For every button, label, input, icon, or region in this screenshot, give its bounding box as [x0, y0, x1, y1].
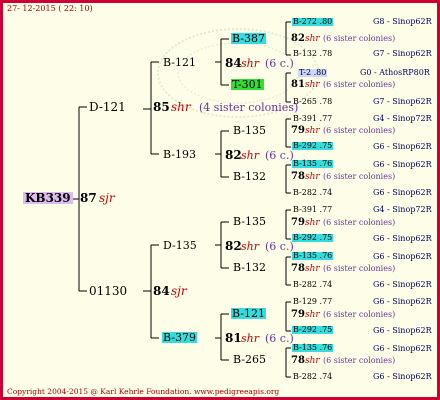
gen4-11-id: B-282 .74 — [293, 280, 333, 289]
gen4-10-loc: G6 - Sinop62R — [373, 252, 432, 261]
gen4-2-id: T-2 .80 — [298, 68, 328, 77]
root-num: 87 — [80, 191, 97, 205]
gen4-15-loc: G6 - Sinop62R — [373, 372, 432, 381]
gen3-c1-num: 82 — [291, 33, 305, 44]
gen3-c6-num: 78 — [291, 263, 305, 274]
gen4-4-loc: G4 - Sinop72R — [373, 114, 432, 123]
gen3-c6-note: (6 sister colonies) — [323, 264, 396, 273]
gen4-15-id: B-282 .74 — [293, 372, 333, 381]
gen4-6-id: B-135 .76 — [292, 159, 334, 168]
gen3-g6-id: B-132 — [233, 261, 266, 274]
gen2-b-note: (6 c.) — [265, 149, 294, 162]
gen4-8-loc: G4 - Sinop72R — [373, 205, 432, 214]
gen4-9-id: B-292 .75 — [292, 233, 334, 242]
gen2-b-num: 82 — [225, 148, 242, 162]
gen1-top-num: 85 — [153, 100, 170, 114]
gen2-c-id: D-135 — [163, 239, 197, 252]
gen4-6-loc: G6 - Sinop62R — [373, 160, 432, 169]
gen3-c5-note: (6 sister colonies) — [323, 218, 396, 227]
gen1-bottom-suffix: sjr — [171, 284, 187, 298]
gen3-c4-num: 78 — [291, 171, 305, 182]
gen4-1-loc: G7 - Sinop62R — [373, 49, 432, 58]
gen3-c4-suffix: shr — [305, 172, 320, 182]
gen3-c7-note: (6 sister colonies) — [323, 310, 396, 319]
gen4-3-loc: G7 - Sinop62R — [373, 97, 432, 106]
gen3-c5-num: 79 — [291, 217, 305, 228]
gen2-d-id: B-379 — [162, 331, 197, 344]
gen4-12-loc: G6 - Sinop62R — [373, 297, 432, 306]
footer-copyright: Copyright 2004-2015 @ Karl Kehrle Founda… — [7, 387, 280, 396]
gen4-0-loc: G8 - Sinop62R — [373, 17, 432, 26]
gen3-g4-id: B-132 — [233, 170, 266, 183]
gen3-c7-num: 79 — [291, 309, 305, 320]
gen3-g5-id: B-135 — [233, 215, 266, 228]
gen4-5-loc: G6 - Sinop62R — [373, 142, 432, 151]
gen1-bottom-num: 84 — [153, 284, 170, 298]
gen3-c3-num: 79 — [291, 125, 305, 136]
gen2-a-child-num: 84 — [225, 56, 242, 70]
gen3-c1-note: (6 sister colonies) — [323, 34, 396, 43]
gen1-top-suffix: shr — [171, 100, 191, 114]
gen4-5-id: B-292 .75 — [292, 141, 334, 150]
gen2-d-child-suffix: shr — [241, 332, 259, 345]
gen3-g2-id: T-301 — [231, 78, 264, 91]
gen4-3-id: B-265 .78 — [293, 97, 333, 106]
report-date: 27- 12-2015 ( 22: 10) — [7, 4, 93, 13]
gen3-g1-id: B-387 — [231, 32, 266, 45]
gen2-a-id: B-121 — [163, 56, 196, 69]
gen4-9-loc: G6 - Sinop62R — [373, 234, 432, 243]
gen3-g7-id: B-121 — [231, 307, 266, 320]
gen3-c6-suffix: shr — [305, 264, 320, 274]
gen2-c-num: 82 — [225, 239, 242, 253]
gen2-d-child-note: (6 c.) — [265, 332, 294, 345]
gen1-top-note: (4 sister colonies) — [199, 101, 299, 114]
gen1-bottom-id: 01130 — [89, 284, 128, 298]
gen3-g3-id: B-135 — [233, 124, 266, 137]
gen3-c3-note: (6 sister colonies) — [323, 126, 396, 135]
gen4-2-loc: G0 - AthosRP80R — [360, 68, 430, 77]
gen3-g8-id: B-265 — [233, 353, 266, 366]
gen2-a-child-note: (6 c.) — [265, 57, 294, 70]
gen4-11-loc: G6 - Sinop62R — [373, 280, 432, 289]
gen3-c2-note: (6 sister colonies) — [323, 80, 396, 89]
gen4-4-id: B-391 .77 — [293, 114, 333, 123]
gen4-14-id: B-135 .76 — [292, 343, 334, 352]
gen3-c8-suffix: shr — [305, 356, 320, 366]
gen3-c8-note: (6 sister colonies) — [323, 356, 396, 365]
gen2-d-child-num: 81 — [225, 331, 242, 345]
root-id: KB339 — [23, 191, 73, 205]
gen4-0-id: B-272 .80 — [292, 17, 334, 26]
gen4-12-id: B-129 .77 — [293, 297, 333, 306]
gen3-c2-num: 81 — [291, 79, 305, 90]
gen3-c2-suffix: shr — [305, 80, 320, 90]
gen4-1-id: B-132 .78 — [293, 49, 333, 58]
pedigree-frame: 27- 12-2015 ( 22: 10) KB339 87 sjr D-121… — [0, 0, 440, 400]
root-suffix: sjr — [99, 191, 115, 205]
gen4-7-loc: G6 - Sinop62R — [373, 188, 432, 197]
gen3-c3-suffix: shr — [305, 126, 320, 136]
gen2-c-suffix: shr — [241, 240, 259, 253]
gen4-8-id: B-391 .77 — [293, 205, 333, 214]
gen2-a-child-suffix: shr — [241, 57, 259, 70]
gen4-13-id: B-292 .75 — [292, 325, 334, 334]
gen4-13-loc: G6 - Sinop62R — [373, 326, 432, 335]
gen2-b-suffix: shr — [241, 149, 259, 162]
gen4-7-id: B-282 .74 — [293, 188, 333, 197]
gen4-10-id: B-135 .76 — [292, 251, 334, 260]
gen3-c1-suffix: shr — [305, 34, 320, 44]
gen2-b-id: B-193 — [163, 148, 196, 161]
gen3-c4-note: (6 sister colonies) — [323, 172, 396, 181]
gen3-c7-suffix: shr — [305, 310, 320, 320]
gen3-c5-suffix: shr — [305, 218, 320, 228]
gen1-top-id: D-121 — [89, 100, 126, 114]
gen2-c-note: (6 c.) — [265, 240, 294, 253]
gen3-c8-num: 78 — [291, 355, 305, 366]
gen4-14-loc: G6 - Sinop62R — [373, 344, 432, 353]
